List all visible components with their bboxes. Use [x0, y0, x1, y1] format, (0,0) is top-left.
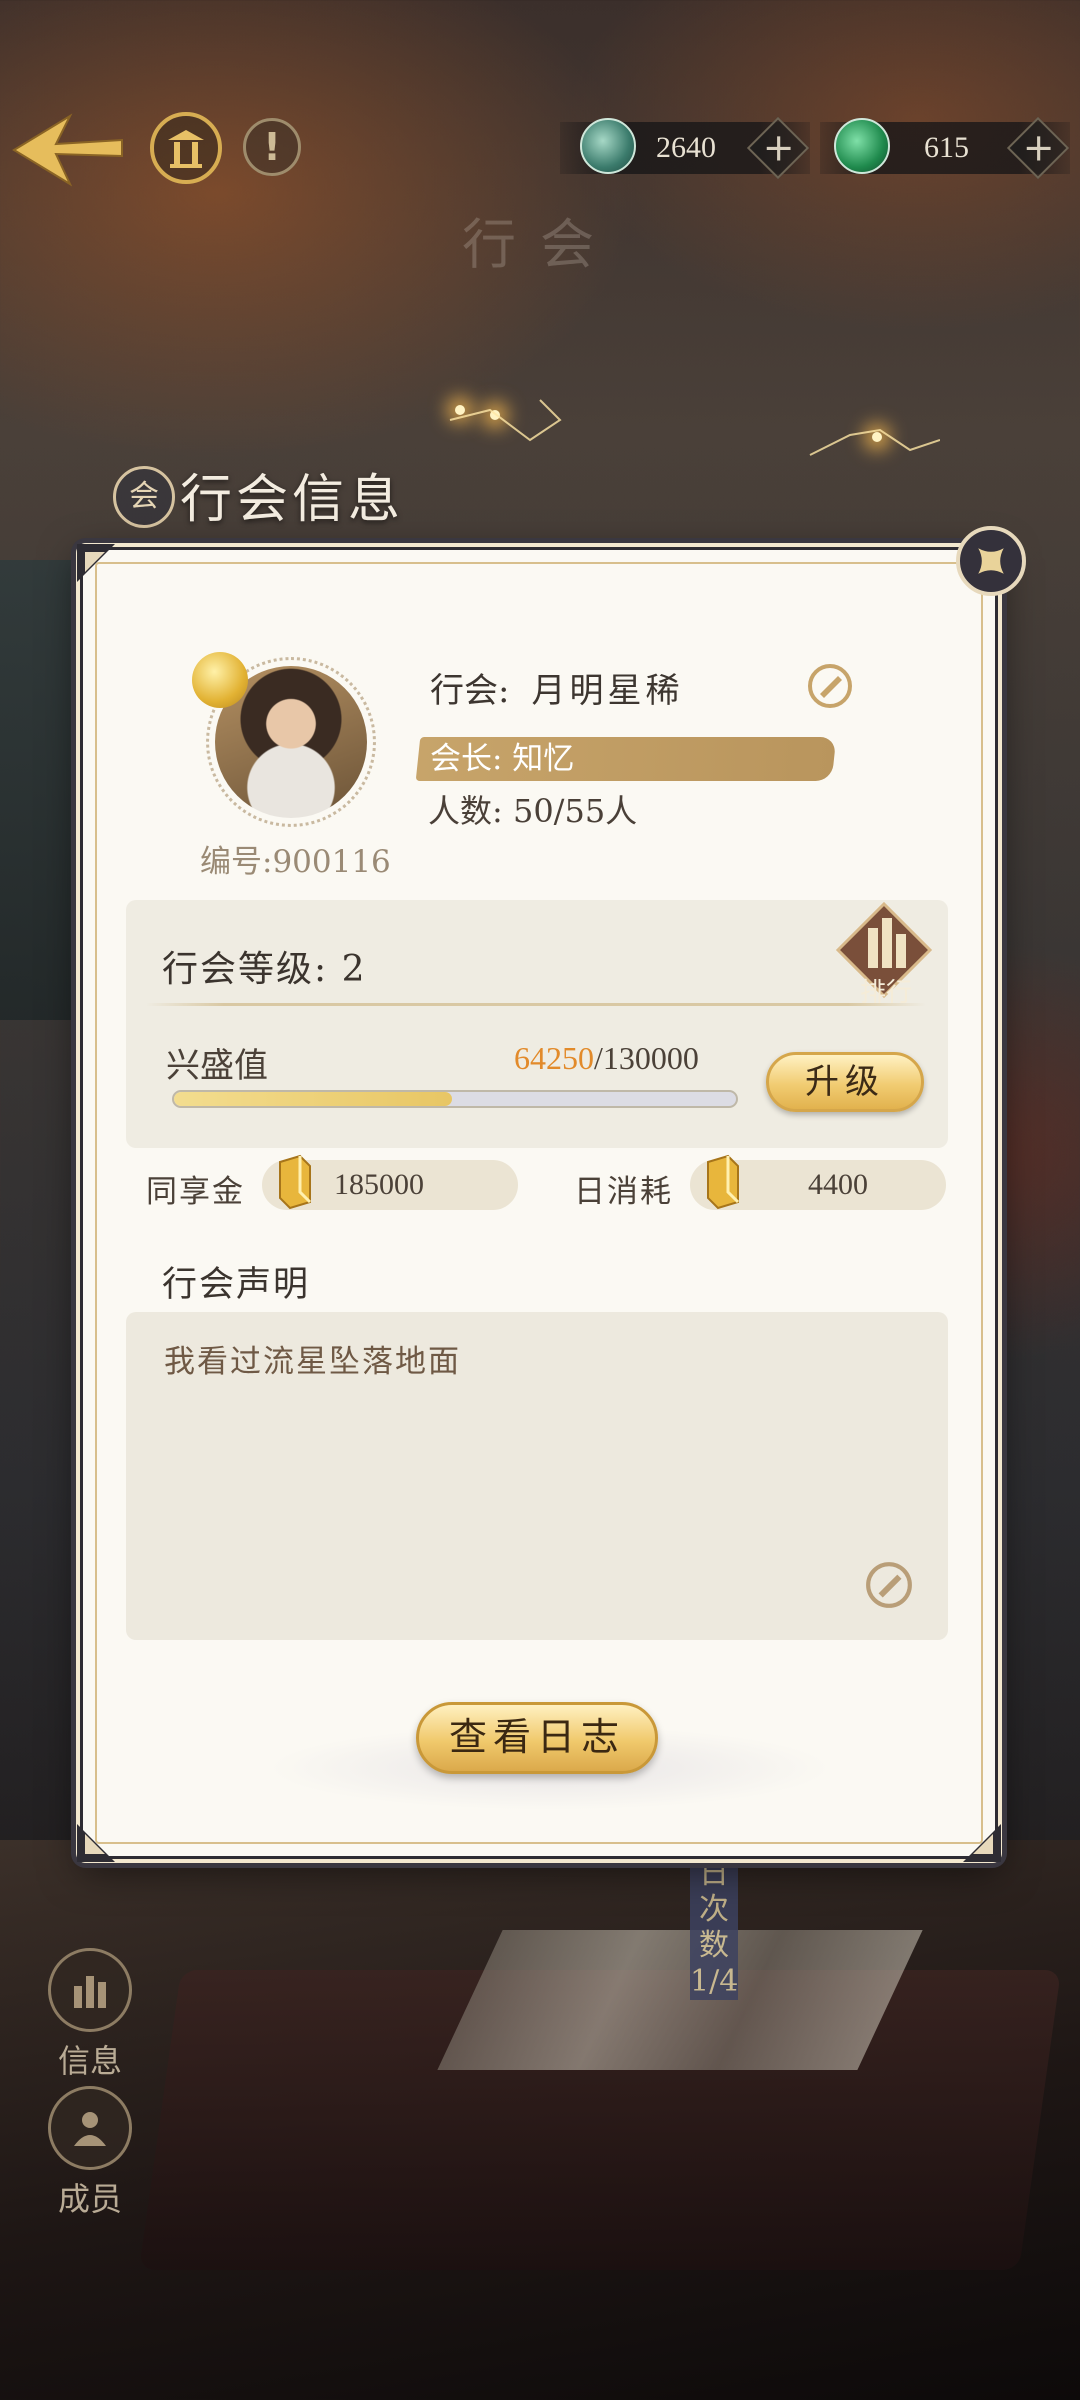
guild-level-box: 行会等级: 2 排行 兴盛值 64250/130000 升级	[126, 900, 948, 1148]
daily-cost-label: 日消耗	[574, 1174, 673, 1210]
panel-title-bar: 会 行会信息	[105, 460, 535, 540]
declaration-title: 行会声明	[162, 1265, 311, 1305]
currency-jade-ring: 615 +	[820, 116, 1070, 180]
jade-coin-icon	[580, 118, 636, 174]
shared-fund-label: 同享金	[146, 1174, 245, 1210]
guild-level-label: 行会等级: 2	[162, 949, 367, 990]
add-jade-coin-button[interactable]: +	[746, 116, 810, 180]
side-nav-label: 成员	[57, 2180, 122, 2218]
prosperity-max: /130000	[594, 1040, 699, 1076]
currency-value: 2640	[656, 131, 716, 164]
shared-fund-value: 185000	[334, 1168, 424, 1201]
guild-name-label: 行会:	[430, 671, 510, 711]
info-icon	[48, 1948, 132, 2032]
gold-ingot-icon	[707, 1154, 740, 1210]
side-nav-members[interactable]: 成员	[40, 2086, 140, 2220]
divider	[146, 1003, 926, 1006]
daily-cost-value: 4400	[808, 1168, 868, 1201]
guild-emblem-icon: 会	[113, 466, 175, 528]
members-icon	[48, 2086, 132, 2170]
avatar-badge-icon	[192, 652, 248, 708]
shared-fund-pill: 185000	[262, 1154, 518, 1210]
close-icon	[978, 548, 1004, 574]
upgrade-button[interactable]: 升级	[766, 1052, 924, 1112]
side-nav-label: 信息	[57, 2042, 122, 2080]
guild-id: 编号:900116	[200, 844, 391, 880]
back-arrow-icon	[12, 113, 123, 187]
info-button[interactable]: !	[243, 118, 301, 176]
background-scroll: 日次数 1/4	[690, 1850, 738, 2000]
guild-name: 月明星稀	[531, 671, 684, 711]
edit-declaration-button[interactable]	[864, 1560, 914, 1610]
corner-ornament-icon	[77, 544, 115, 582]
edit-guild-name-button[interactable]	[806, 662, 854, 710]
background-paper	[437, 1930, 923, 2070]
edit-brush-icon	[866, 1562, 912, 1608]
declaration-text: 我看过流星坠落地面	[164, 1344, 461, 1380]
prosperity-current: 64250	[514, 1040, 594, 1076]
jade-ring-icon	[834, 118, 890, 174]
member-count: 人数: 50/55人	[428, 792, 638, 830]
background-building	[0, 560, 90, 1020]
leader-row: 会长: 知忆	[415, 737, 837, 781]
view-log-button[interactable]: 查看日志	[416, 1702, 658, 1774]
prosperity-label: 兴盛值	[166, 1046, 268, 1086]
prosperity-progress-fill	[174, 1092, 452, 1106]
daily-cost-pill: 4400	[690, 1154, 946, 1210]
add-jade-ring-button[interactable]: +	[1006, 116, 1070, 180]
edit-brush-icon	[808, 664, 852, 708]
leader-label: 会长: 知忆	[430, 741, 575, 777]
close-button[interactable]	[956, 526, 1026, 596]
declaration-box: 我看过流星坠落地面	[126, 1312, 948, 1640]
back-button[interactable]	[10, 110, 125, 190]
guild-name-row: 行会: 月明星稀	[430, 663, 683, 712]
prosperity-value: 64250/130000	[514, 1040, 699, 1077]
currency-value: 615	[924, 131, 969, 164]
prosperity-progress-bar	[172, 1090, 738, 1108]
gold-ingot-icon	[279, 1154, 312, 1210]
guild-building-button[interactable]	[150, 112, 222, 184]
background-banner-title: 行会	[462, 213, 618, 276]
panel-title: 行会信息	[180, 470, 405, 530]
pavilion-icon	[168, 130, 204, 168]
side-nav-info[interactable]: 信息	[40, 1948, 140, 2082]
currency-jade-coin: 2640 +	[560, 116, 810, 180]
